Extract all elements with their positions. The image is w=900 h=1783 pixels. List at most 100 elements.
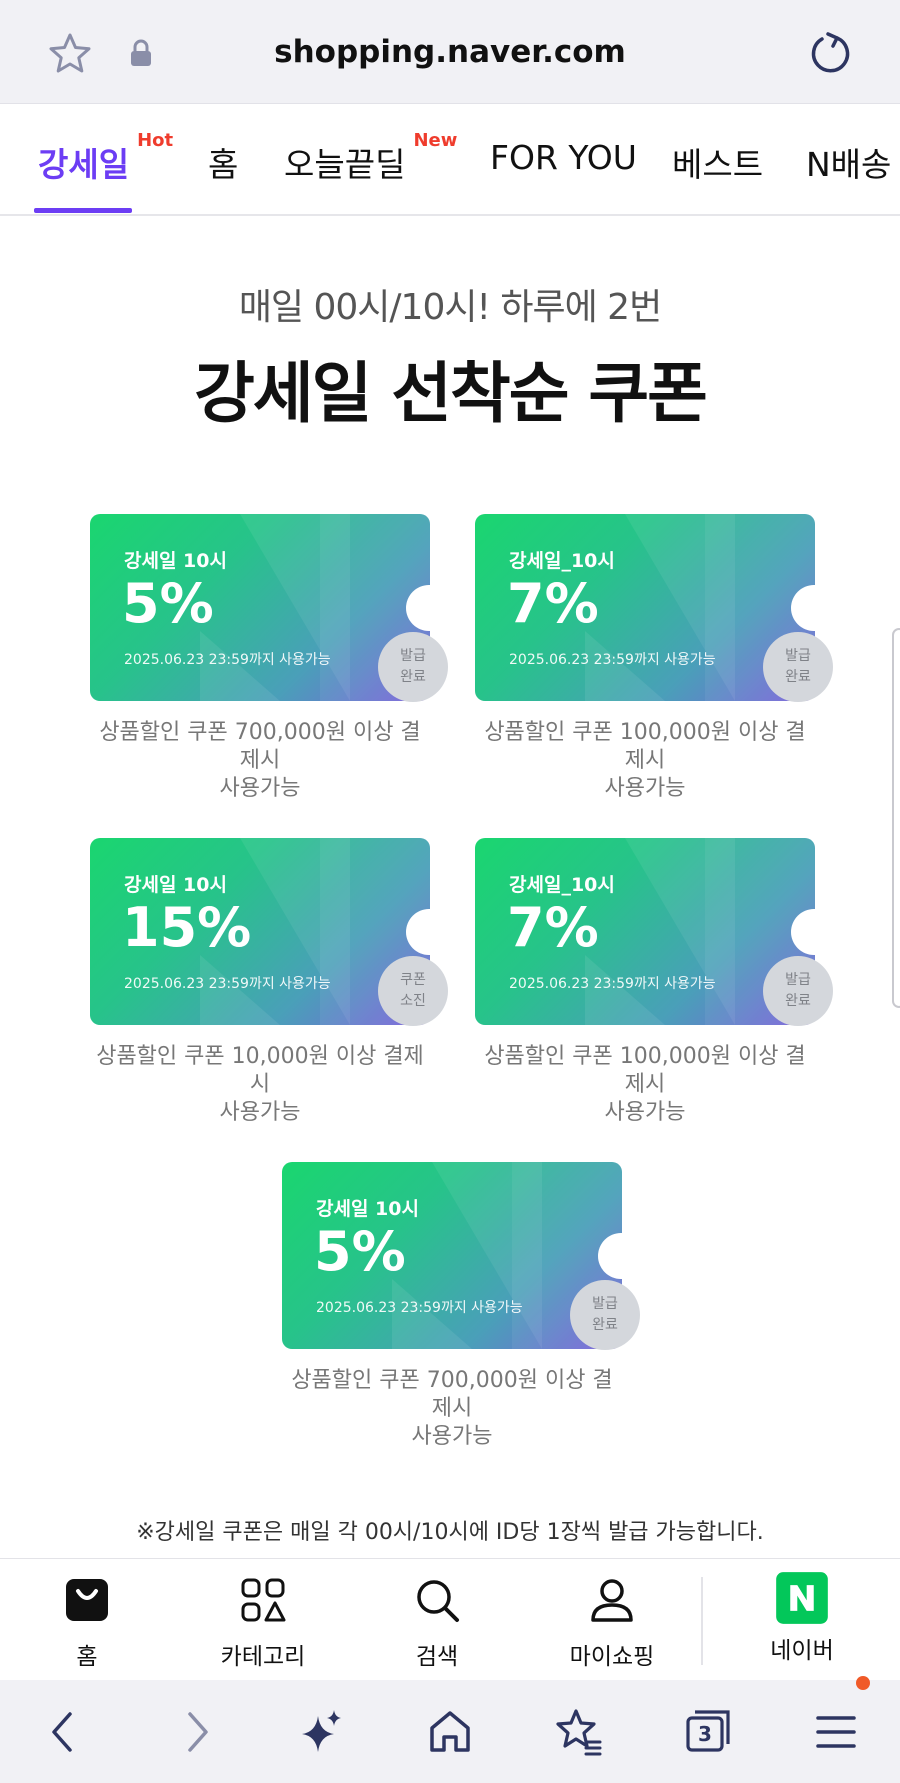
coupon-card[interactable]: 강세일 10시 15% 2025.06.23 23:59까지 사용가능 쿠폰 소… xyxy=(90,838,448,1127)
desc-line: 사용가능 xyxy=(219,1100,301,1125)
coupon-card[interactable]: 강세일 10시 5% 2025.06.23 23:59까지 사용가능 발급 완료… xyxy=(282,1162,640,1451)
tab-n-delivery[interactable]: N배송 xyxy=(806,138,891,186)
desc-line: 상품할인 쿠폰 100,000원 이상 결제시 xyxy=(484,720,806,773)
tab-label: 홈 xyxy=(208,145,239,184)
tab-label: FOR YOU xyxy=(490,138,637,177)
nav-label: 네이버 xyxy=(770,1638,834,1664)
active-tab-indicator xyxy=(34,208,132,213)
coupon-status-badge: 발급 완료 xyxy=(763,632,833,702)
status-line: 발급 xyxy=(785,972,811,988)
home-icon[interactable] xyxy=(424,1706,476,1758)
status-line: 발급 xyxy=(592,1296,618,1312)
coupon-card[interactable]: 강세일_10시 7% 2025.06.23 23:59까지 사용가능 발급 완료… xyxy=(475,514,833,803)
tab-today-deal[interactable]: 오늘끝딜 New xyxy=(284,130,457,186)
hot-badge: Hot xyxy=(137,130,174,151)
back-icon[interactable] xyxy=(38,1706,90,1758)
nav-label: 검색 xyxy=(415,1644,459,1670)
coupon-status-badge: 발급 완료 xyxy=(763,956,833,1026)
coupon-description: 상품할인 쿠폰 10,000원 이상 결제시 사용가능 xyxy=(90,1043,430,1127)
coupon-description: 상품할인 쿠폰 700,000원 이상 결제시 사용가능 xyxy=(90,719,430,803)
tab-label: N배송 xyxy=(806,145,892,184)
desc-line: 상품할인 쿠폰 700,000원 이상 결제시 xyxy=(291,1368,613,1421)
shopping-bottom-nav: 홈 카테고리 검색 마이쇼핑 네이버 xyxy=(0,1558,900,1680)
coupon-expiry: 2025.06.23 23:59까지 사용가능 xyxy=(124,976,331,992)
coupon-expiry: 2025.06.23 23:59까지 사용가능 xyxy=(509,976,716,992)
shopping-bag-icon xyxy=(66,1579,108,1621)
coupon-percent: 7% xyxy=(507,896,599,959)
nav-label: 카테고리 xyxy=(220,1644,306,1670)
nav-my-shopping[interactable]: 마이쇼핑 xyxy=(547,1577,677,1671)
notice-line: ※강세일 쿠폰은 매일 각 00시/10시에 ID당 1장씩 발급 가능합니다. xyxy=(136,1520,764,1545)
url-text[interactable]: shopping.naver.com xyxy=(0,34,900,70)
desc-line: 사용가능 xyxy=(219,776,301,801)
status-line: 쿠폰 xyxy=(400,972,426,988)
desc-line: 상품할인 쿠폰 10,000원 이상 결제시 xyxy=(96,1044,424,1097)
tab-best[interactable]: 베스트 xyxy=(672,138,763,186)
menu-icon[interactable] xyxy=(810,1706,862,1758)
browser-toolbar: 3 xyxy=(0,1680,900,1783)
side-panel-handle[interactable] xyxy=(892,628,900,1008)
nav-divider xyxy=(701,1577,703,1665)
desc-line: 사용가능 xyxy=(411,1424,493,1449)
tabs-button[interactable]: 3 xyxy=(682,1706,734,1758)
search-icon xyxy=(417,1580,459,1622)
sparkle-icon[interactable] xyxy=(296,1706,348,1758)
tab-count: 3 xyxy=(698,1722,712,1746)
coupon-percent: 7% xyxy=(507,572,599,635)
tab-label: 베스트 xyxy=(672,145,764,184)
status-line: 완료 xyxy=(592,1317,618,1333)
desc-line: 상품할인 쿠폰 100,000원 이상 결제시 xyxy=(484,1044,806,1097)
status-line: 완료 xyxy=(785,993,811,1009)
status-line: 완료 xyxy=(785,669,811,685)
coupon-percent: 15% xyxy=(122,896,252,959)
forward-icon[interactable] xyxy=(170,1706,222,1758)
coupon-name: 강세일 10시 xyxy=(124,874,227,896)
coupon-event-section: 매일 00시/10시! 하루에 2번 강세일 선착순 쿠폰 강세일 10시 5%… xyxy=(0,216,900,1558)
coupon-name: 강세일 10시 xyxy=(316,1198,419,1220)
coupon-expiry: 2025.06.23 23:59까지 사용가능 xyxy=(509,652,716,668)
notification-dot xyxy=(856,1676,870,1690)
status-line: 소진 xyxy=(400,993,426,1009)
desc-line: 사용가능 xyxy=(604,1100,686,1125)
nav-home[interactable]: 홈 xyxy=(22,1577,152,1671)
nav-naver[interactable]: 네이버 xyxy=(737,1572,867,1665)
status-line: 발급 xyxy=(400,648,426,664)
tab-home[interactable]: 홈 xyxy=(208,138,238,186)
status-line: 완료 xyxy=(400,669,426,685)
coupon-description: 상품할인 쿠폰 100,000원 이상 결제시 사용가능 xyxy=(475,1043,815,1127)
coupon-description: 상품할인 쿠폰 100,000원 이상 결제시 사용가능 xyxy=(475,719,815,803)
naver-logo-icon xyxy=(776,1572,828,1624)
coupon-name: 강세일 10시 xyxy=(124,550,227,572)
new-badge: New xyxy=(413,130,458,151)
event-title: 강세일 선착순 쿠폰 xyxy=(194,355,708,432)
nav-search[interactable]: 검색 xyxy=(372,1577,502,1671)
nav-label: 마이쇼핑 xyxy=(569,1644,655,1670)
desc-line: 사용가능 xyxy=(604,776,686,801)
coupon-percent: 5% xyxy=(122,572,214,635)
person-icon xyxy=(591,1579,633,1622)
tab-label: 강세일 xyxy=(38,145,130,184)
coupon-card[interactable]: 강세일 10시 5% 2025.06.23 23:59까지 사용가능 발급 완료… xyxy=(90,514,448,803)
coupon-card[interactable]: 강세일_10시 7% 2025.06.23 23:59까지 사용가능 발급 완료… xyxy=(475,838,833,1127)
tab-kangseil[interactable]: 강세일 Hot xyxy=(38,130,173,186)
browser-url-bar: shopping.naver.com xyxy=(0,0,900,104)
coupon-status-badge: 발급 완료 xyxy=(378,632,448,702)
coupon-name: 강세일_10시 xyxy=(509,550,615,572)
bookmark-star-icon[interactable] xyxy=(552,1706,604,1758)
nav-label: 홈 xyxy=(76,1644,98,1670)
category-icon xyxy=(241,1578,286,1622)
tab-for-you[interactable]: FOR YOU xyxy=(490,138,637,177)
coupon-status-badge: 발급 완료 xyxy=(570,1280,640,1350)
status-line: 발급 xyxy=(785,648,811,664)
event-subtitle: 매일 00시/10시! 하루에 2번 xyxy=(238,287,662,328)
reload-icon[interactable] xyxy=(806,30,852,76)
shopping-tab-bar: 강세일 Hot 홈 오늘끝딜 New FOR YOU 베스트 N배송 xyxy=(0,104,900,216)
desc-line: 상품할인 쿠폰 700,000원 이상 결제시 xyxy=(99,720,421,773)
coupon-percent: 5% xyxy=(314,1220,406,1283)
coupon-expiry: 2025.06.23 23:59까지 사용가능 xyxy=(316,1300,523,1316)
nav-category[interactable]: 카테고리 xyxy=(198,1577,328,1671)
tab-label: 오늘끝딜 xyxy=(284,145,406,184)
coupon-expiry: 2025.06.23 23:59까지 사용가능 xyxy=(124,652,331,668)
coupon-notice: ※강세일 쿠폰은 매일 각 00시/10시에 ID당 1장씩 발급 가능합니다. xyxy=(0,1516,900,1550)
coupon-name: 강세일_10시 xyxy=(509,874,615,896)
